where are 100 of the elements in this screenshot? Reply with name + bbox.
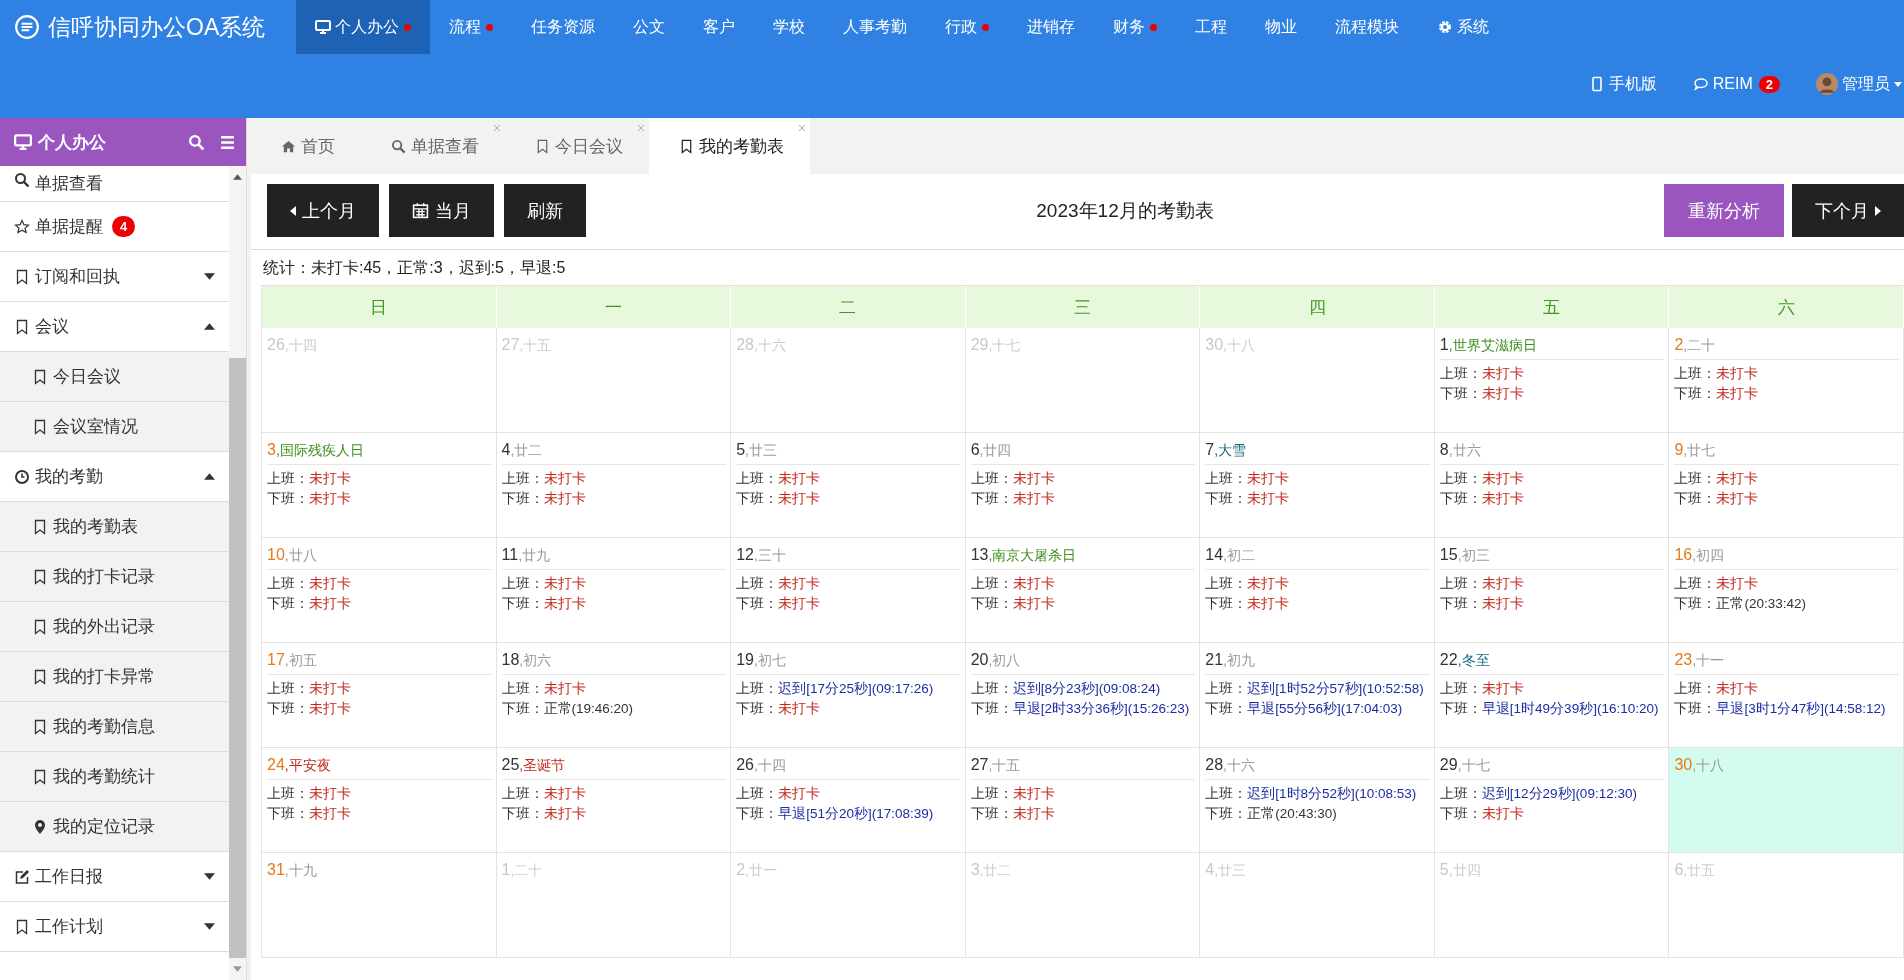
nav-item[interactable]: 流程模块 [1316, 0, 1418, 54]
record-value: 未打卡 [1247, 596, 1290, 611]
record-label: 上班： [1439, 576, 1482, 591]
record-label: 下班： [1674, 491, 1717, 506]
record-value: 未打卡 [1012, 596, 1055, 611]
day-label: ,廿六 [1448, 442, 1481, 458]
user-menu[interactable]: 管理员 [1816, 73, 1904, 95]
search-icon[interactable] [188, 133, 205, 151]
record-value: 未打卡 [1012, 786, 1055, 801]
record-value: 未打卡 [1247, 491, 1290, 506]
day-number: 7 [1205, 441, 1215, 458]
record-value: 未打卡 [543, 786, 586, 801]
sidebar-subitem[interactable]: 今日会议 [0, 352, 229, 402]
tab[interactable]: 单据查看 [361, 118, 505, 174]
caret-icon [204, 923, 215, 930]
close-icon[interactable] [493, 124, 501, 132]
record-value: 迟到[8分23秒](09:08:24) [1012, 681, 1161, 696]
bookmark-icon [679, 138, 694, 154]
chat-link[interactable]: REIM [1692, 75, 1753, 93]
nav-item[interactable]: 公文 [614, 0, 684, 54]
tab[interactable]: 首页 [251, 118, 361, 174]
nav-item[interactable]: 客户 [684, 0, 754, 54]
nav-item[interactable]: 学校 [754, 0, 824, 54]
day-number: 26 [736, 756, 754, 773]
nav-item[interactable]: 任务资源 [512, 0, 614, 54]
sidebar-subitem[interactable]: 我的定位记录 [0, 802, 229, 852]
avatar-icon [1816, 73, 1838, 95]
record-label: 下班： [1439, 386, 1482, 401]
record-value: 未打卡 [1481, 681, 1524, 696]
close-icon[interactable] [798, 124, 806, 132]
bookmark-icon [32, 418, 48, 435]
record-label: 上班： [1674, 471, 1717, 486]
day-number: 31 [267, 861, 285, 878]
reanalyze-button[interactable]: 重新分析 [1664, 184, 1784, 237]
sidebar-subitem[interactable]: 我的考勤表 [0, 502, 229, 552]
next-month-button[interactable]: 下个月 [1792, 184, 1904, 237]
sidebar-subitem[interactable]: 我的打卡异常 [0, 652, 229, 702]
day-number: 6 [970, 441, 980, 458]
tab[interactable]: 我的考勤表 [649, 118, 810, 174]
day-label: ,初二 [1223, 547, 1255, 563]
record-value: 迟到[1时52分57秒](10:52:58) [1247, 681, 1424, 696]
nav-item[interactable]: 流程 [430, 0, 512, 54]
sidebar-subitem[interactable]: 我的考勤统计 [0, 752, 229, 802]
day-number: 29 [1439, 756, 1458, 773]
sidebar-item-label: 单据提醒 [35, 216, 103, 238]
record-label: 下班： [970, 806, 1013, 821]
day-label: ,十一 [1692, 652, 1725, 668]
day-label: ,初六 [519, 652, 552, 668]
record-value: 未打卡 [778, 576, 821, 591]
record-label: 下班： [736, 806, 779, 821]
nav-item[interactable]: 系统 [1418, 0, 1508, 54]
nav-item[interactable]: 行政 [926, 0, 1008, 54]
current-month-button[interactable]: 当月 [389, 184, 494, 237]
record-label: 下班： [501, 491, 544, 506]
record-label: 上班： [1205, 576, 1248, 591]
menu-icon[interactable] [219, 133, 236, 151]
nav-item[interactable]: 财务 [1094, 0, 1176, 54]
day-label: ,二十 [1683, 337, 1716, 353]
record-value: 未打卡 [1012, 491, 1055, 506]
nav-item[interactable]: 工程 [1176, 0, 1246, 54]
record-label: 下班： [267, 596, 309, 611]
scrollbar[interactable] [229, 166, 246, 980]
record-label: 下班： [736, 596, 779, 611]
refresh-button[interactable]: 刷新 [504, 184, 586, 237]
previous-month-button[interactable]: 上个月 [267, 184, 379, 237]
record-value: 未打卡 [1481, 806, 1524, 821]
mobile-link[interactable]: 手机版 [1588, 73, 1657, 95]
record-label: 上班： [501, 576, 544, 591]
pin-icon [32, 818, 48, 835]
day-number: 3 [267, 441, 276, 458]
nav-item[interactable]: 个人办公 [296, 0, 430, 54]
sidebar-subitem[interactable]: 会议室情况 [0, 402, 229, 452]
day-label: ,世界艾滋病日 [1448, 337, 1537, 353]
nav-item[interactable]: 进销存 [1008, 0, 1094, 54]
record-value: 迟到[1时8分52秒](10:08:53) [1247, 786, 1417, 801]
nav-item[interactable]: 人事考勤 [824, 0, 926, 54]
day-label: ,初七 [753, 652, 786, 668]
notification-dot [1150, 23, 1157, 31]
sidebar-subitem[interactable]: 我的外出记录 [0, 602, 229, 652]
record-label: 上班： [736, 471, 779, 486]
close-icon[interactable] [637, 124, 645, 132]
record-label: 下班： [970, 491, 1013, 506]
record-value: 未打卡 [309, 596, 351, 611]
nav-item[interactable]: 物业 [1246, 0, 1316, 54]
record-label: 上班： [267, 681, 309, 696]
scroll-up-icon[interactable] [233, 174, 242, 180]
day-number: 2 [1674, 336, 1684, 353]
record-value: 未打卡 [309, 491, 351, 506]
record-value: 早退[2时33分36秒](15:26:23) [1012, 701, 1190, 716]
tab[interactable]: 今日会议 [505, 118, 649, 174]
stats-text: 统计：未打卡:45，正常:3，迟到:5，早退:5 [262, 258, 567, 278]
sidebar-subitem[interactable]: 我的打卡记录 [0, 552, 229, 602]
scroll-down-icon[interactable] [233, 966, 242, 972]
sidebar-item-label: 我的考勤 [35, 466, 103, 488]
day-label: ,廿三 [745, 442, 777, 458]
record-value: 未打卡 [778, 471, 821, 486]
sidebar-subitem[interactable]: 我的考勤信息 [0, 702, 229, 752]
record-value: 未打卡 [309, 576, 351, 591]
sidebar-item-label: 我的定位记录 [53, 816, 155, 838]
caret-icon [204, 323, 215, 330]
